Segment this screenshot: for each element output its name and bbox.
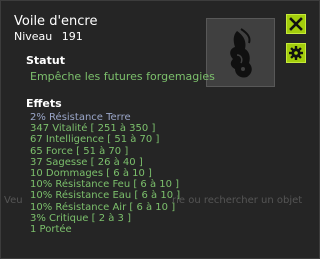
settings-button[interactable]	[286, 43, 306, 63]
background-search-hint: Veu rie ou rechercher un objet	[4, 194, 318, 208]
effect-line: 10% Résistance Feu [ 6 à 10 ]	[30, 179, 180, 191]
statut-text: Empêche les futures forgemagies	[30, 70, 215, 83]
effect-line: 65 Force [ 51 à 70 ]	[30, 145, 129, 157]
close-button[interactable]	[286, 14, 306, 34]
close-x-icon	[289, 17, 303, 31]
item-level-row: Niveau 191	[14, 30, 89, 43]
effects-list: 2% Résistance Terre 347 Vitalité [ 251 à…	[30, 112, 180, 235]
effets-heading: Effets	[26, 97, 62, 110]
effect-line: 67 Intelligence [ 51 à 70 ]	[30, 134, 160, 146]
item-image	[206, 18, 275, 87]
statut-heading: Statut	[26, 54, 65, 67]
background-hint-right: rie ou rechercher un objet	[172, 195, 303, 206]
level-label: Niveau	[14, 30, 53, 43]
effect-line: 1 Portée	[30, 223, 72, 235]
effect-line: 10 Dommages [ 6 à 10 ]	[30, 167, 152, 179]
effect-line: 347 Vitalité [ 251 à 350 ]	[30, 123, 156, 135]
effect-line: 3% Critique [ 2 à 3 ]	[30, 212, 132, 224]
gear-icon	[289, 46, 303, 60]
item-tooltip-panel: Voile d'encre Niveau 191 Statut Empêche …	[0, 0, 320, 259]
effect-line: 2% Résistance Terre	[30, 112, 131, 123]
level-value: 191	[61, 30, 83, 43]
effect-line: 37 Sagesse [ 26 à 40 ]	[30, 156, 143, 168]
background-hint-left: Veu	[4, 195, 23, 206]
ink-veil-icon	[230, 28, 252, 78]
item-name: Voile d'encre	[14, 14, 98, 29]
